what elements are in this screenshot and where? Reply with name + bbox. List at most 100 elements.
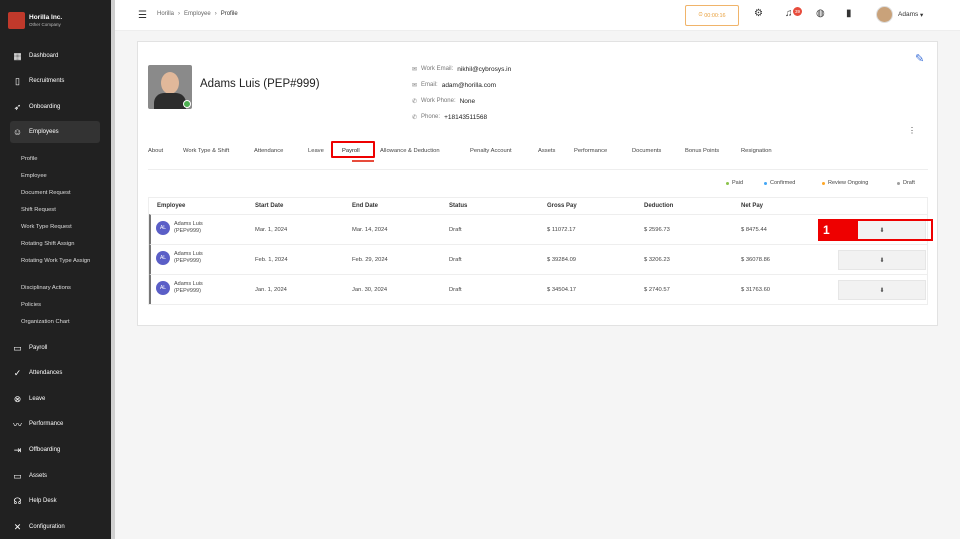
legend-confirmed[interactable]: Confirmed bbox=[764, 180, 795, 186]
chevron-right-icon: › bbox=[214, 11, 217, 17]
tab-documents[interactable]: Documents bbox=[632, 148, 661, 154]
mail-icon: ✉ bbox=[412, 83, 418, 89]
building-icon[interactable]: ▮ bbox=[846, 8, 852, 19]
edit-icon[interactable]: ✎ bbox=[915, 52, 924, 65]
gross-pay-cell: $ 34504.17 bbox=[547, 287, 577, 293]
sidebar-item-offboarding[interactable]: ⇥ Offboarding bbox=[12, 439, 102, 461]
employee-cell: AL Adams Luis (PEP#999) bbox=[156, 281, 203, 295]
legend-paid[interactable]: Paid bbox=[726, 180, 743, 186]
monitor-icon: ▭ bbox=[13, 470, 22, 481]
employee-name: Adams Luis (PEP#999) bbox=[200, 78, 320, 90]
mail-icon: ✉ bbox=[412, 67, 418, 73]
company-logo-icon bbox=[8, 12, 25, 29]
gross-pay-cell: $ 39284.09 bbox=[547, 257, 577, 263]
avatar: AL bbox=[156, 281, 170, 295]
breadcrumb: Horilla › Employee › Profile bbox=[157, 11, 238, 17]
sidebar-sub-employee[interactable]: Employee bbox=[21, 173, 106, 180]
chevron-right-icon: › bbox=[178, 11, 181, 17]
sidebar-item-help-desk[interactable]: ☊ Help Desk bbox=[12, 490, 102, 512]
legend-draft[interactable]: Draft bbox=[897, 180, 915, 186]
online-status-dot bbox=[183, 100, 191, 108]
avatar: AL bbox=[156, 221, 170, 235]
deduction-cell: $ 2740.57 bbox=[644, 287, 670, 293]
sidebar-sub-work-type-request[interactable]: Work Type Request bbox=[21, 224, 106, 231]
net-pay-cell: $ 8475.44 bbox=[741, 227, 767, 233]
phone-value: +18143511568 bbox=[444, 114, 488, 121]
download-icon: ⬇ bbox=[879, 257, 885, 264]
avatar: AL bbox=[156, 251, 170, 265]
sidebar-item-configuration[interactable]: ✕ Configuration bbox=[12, 516, 102, 538]
col-start-date: Start Date bbox=[255, 203, 284, 209]
sidebar-item-leave[interactable]: ⊗ Leave bbox=[12, 388, 102, 410]
sidebar-sub-rotating-shift[interactable]: Rotating Shift Assign bbox=[21, 241, 106, 248]
sidebar-item-assets[interactable]: ▭ Assets bbox=[12, 465, 102, 487]
sidebar-sub-policies[interactable]: Policies bbox=[21, 302, 106, 309]
work-phone-row: ✆ Work Phone: None bbox=[412, 98, 476, 105]
sidebar-item-payroll[interactable]: ▭ Payroll bbox=[12, 337, 102, 359]
sidebar-sub-org-chart[interactable]: Organization Chart bbox=[21, 319, 106, 326]
payslip-table: Employee Start Date End Date Status Gros… bbox=[148, 197, 928, 305]
email-row: ✉ Email: adam@horilla.com bbox=[412, 82, 496, 89]
tab-bonus-points[interactable]: Bonus Points bbox=[685, 148, 719, 154]
employee-cell: AL Adams Luis (PEP#999) bbox=[156, 251, 203, 265]
sidebar-item-performance[interactable]: 〰 Performance bbox=[12, 413, 102, 435]
sidebar: Horilla Inc. Other Company ▦ Dashboard ▯ R… bbox=[0, 0, 115, 539]
sidebar-sub-shift-request[interactable]: Shift Request bbox=[21, 207, 106, 214]
sidebar-sub-document-request[interactable]: Document Request bbox=[21, 190, 106, 197]
net-pay-cell: $ 36078.86 bbox=[741, 257, 771, 263]
sidebar-scrollbar[interactable] bbox=[111, 0, 115, 539]
brand[interactable]: Horilla Inc. Other Company bbox=[0, 0, 111, 34]
menu-toggle-icon[interactable]: ☰ bbox=[138, 10, 147, 21]
sidebar-item-employees[interactable]: ☺ Employees bbox=[10, 121, 100, 143]
sidebar-sub-disciplinary[interactable]: Disciplinary Actions bbox=[21, 285, 106, 292]
status-cell: Draft bbox=[449, 257, 462, 263]
email-value: adam@horilla.com bbox=[441, 82, 496, 89]
clock-in-button[interactable]: ⏲ 00:00:16 bbox=[685, 5, 739, 26]
tab-penalty-account[interactable]: Penalty Account bbox=[470, 148, 512, 154]
download-payslip-button[interactable]: ⬇ bbox=[838, 280, 926, 300]
user-menu[interactable]: Adams ▾ bbox=[876, 6, 923, 23]
tab-resignation[interactable]: Resignation bbox=[741, 148, 772, 154]
table-row[interactable]: AL Adams Luis (PEP#999) Mar. 1, 2024 Mar. … bbox=[149, 214, 928, 244]
work-phone-value: None bbox=[459, 98, 476, 105]
tab-about[interactable]: About bbox=[148, 148, 163, 154]
gear-icon[interactable]: ⚙ bbox=[754, 8, 763, 19]
tab-allowance-deduction[interactable]: Allowance & Deduction bbox=[380, 148, 440, 154]
col-net-pay: Net Pay bbox=[741, 203, 764, 209]
sidebar-item-recruitments[interactable]: ▯ Recruitments bbox=[12, 70, 102, 92]
tab-assets[interactable]: Assets bbox=[538, 148, 555, 154]
tab-performance[interactable]: Performance bbox=[574, 148, 607, 154]
download-payslip-button[interactable]: ⬇ bbox=[838, 250, 926, 270]
sidebar-sub-rotating-work-type[interactable]: Rotating Work Type Assign bbox=[21, 258, 96, 265]
start-date-cell: Mar. 1, 2024 bbox=[255, 227, 288, 233]
company-name: Horilla Inc. bbox=[29, 13, 63, 21]
clipboard-icon: ▯ bbox=[15, 75, 20, 86]
status-cell: Draft bbox=[449, 227, 462, 233]
phone-icon: ✆ bbox=[412, 99, 418, 105]
legend-review-ongoing[interactable]: Review Ongoing bbox=[822, 180, 868, 186]
table-row[interactable]: AL Adams Luis (PEP#999) Feb. 1, 2024 Feb. … bbox=[149, 244, 928, 274]
globe-icon[interactable]: ◍ bbox=[816, 8, 825, 19]
col-deduction: Deduction bbox=[644, 203, 674, 209]
phone-row: ✆ Phone: +18143511568 bbox=[412, 114, 488, 121]
profile-tabs: About Work Type & Shift Attendance Leave… bbox=[148, 146, 928, 170]
breadcrumb-employee[interactable]: Employee bbox=[184, 11, 211, 17]
sidebar-sub-profile[interactable]: Profile bbox=[21, 156, 106, 163]
check-circle-icon: ✓ bbox=[13, 367, 22, 378]
notification-badge: 39 bbox=[793, 7, 802, 16]
sidebar-item-dashboard[interactable]: ▦ Dashboard bbox=[12, 45, 102, 67]
more-options-icon[interactable]: ⋮ bbox=[908, 126, 916, 135]
tab-work-type-shift[interactable]: Work Type & Shift bbox=[183, 148, 229, 154]
col-gross-pay: Gross Pay bbox=[547, 203, 577, 209]
breadcrumb-horilla[interactable]: Horilla bbox=[157, 11, 174, 17]
sidebar-item-attendances[interactable]: ✓ Attendances bbox=[12, 362, 102, 384]
col-end-date: End Date bbox=[352, 203, 379, 209]
payroll-tab-highlight bbox=[331, 141, 375, 158]
table-row[interactable]: AL Adams Luis (PEP#999) Jan. 1, 2024 Jan. … bbox=[149, 274, 928, 304]
bell-icon[interactable]: ♫ bbox=[785, 8, 793, 19]
download-icon: ⬇ bbox=[879, 287, 885, 294]
breadcrumb-profile: Profile bbox=[220, 11, 238, 17]
sidebar-item-onboarding[interactable]: ➶ Onboarding bbox=[12, 96, 102, 118]
tab-leave[interactable]: Leave bbox=[308, 148, 324, 154]
tab-attendance[interactable]: Attendance bbox=[254, 148, 283, 154]
